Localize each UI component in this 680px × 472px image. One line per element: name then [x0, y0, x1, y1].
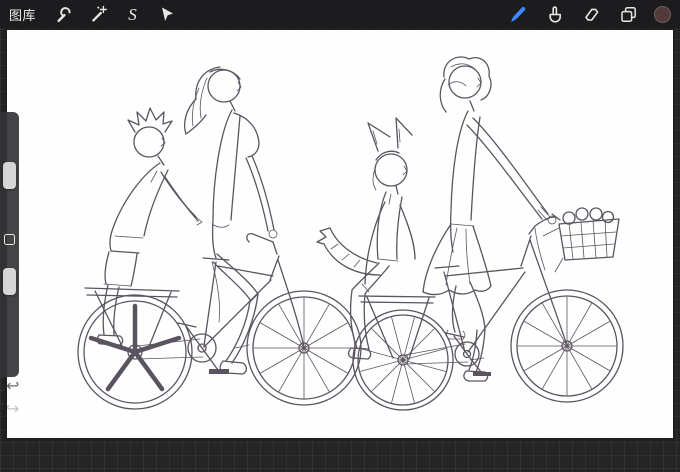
smudge-finger-icon[interactable]	[543, 3, 566, 26]
adjustments-magic-wand-icon[interactable]	[87, 3, 110, 26]
brush-sidebar	[0, 112, 19, 377]
bike-right	[352, 207, 624, 411]
brush-opacity-slider-handle[interactable]	[3, 268, 16, 295]
undo-icon[interactable]: ↩	[6, 378, 19, 394]
procreate-workspace: 图库 S ↩ ↪	[0, 0, 680, 472]
paint-brush-icon[interactable]	[506, 3, 529, 26]
brush-size-slider-handle[interactable]	[3, 162, 16, 189]
person-passenger-fox	[316, 117, 416, 360]
top-toolbar: 图库 S	[0, 0, 680, 28]
person-rider-right	[422, 56, 557, 382]
person-rider-left	[183, 66, 278, 375]
selection-s-glyph: S	[128, 4, 137, 24]
toolbar-right-group	[506, 3, 671, 26]
eraser-icon[interactable]	[580, 3, 603, 26]
color-swatch[interactable]	[654, 5, 671, 23]
person-standing	[96, 107, 203, 346]
selection-icon[interactable]: S	[121, 3, 144, 26]
redo-icon[interactable]: ↪	[6, 401, 19, 417]
bike-left	[77, 232, 362, 410]
transform-cursor-icon[interactable]	[155, 3, 178, 26]
canvas-artwork	[77, 56, 624, 411]
gallery-button[interactable]: 图库	[9, 5, 36, 24]
layers-icon[interactable]	[617, 3, 640, 26]
actions-wrench-icon[interactable]	[53, 3, 76, 26]
toolbar-left-group: 图库 S	[9, 3, 178, 26]
drawing-canvas[interactable]	[7, 30, 673, 438]
modify-button[interactable]	[4, 234, 15, 245]
